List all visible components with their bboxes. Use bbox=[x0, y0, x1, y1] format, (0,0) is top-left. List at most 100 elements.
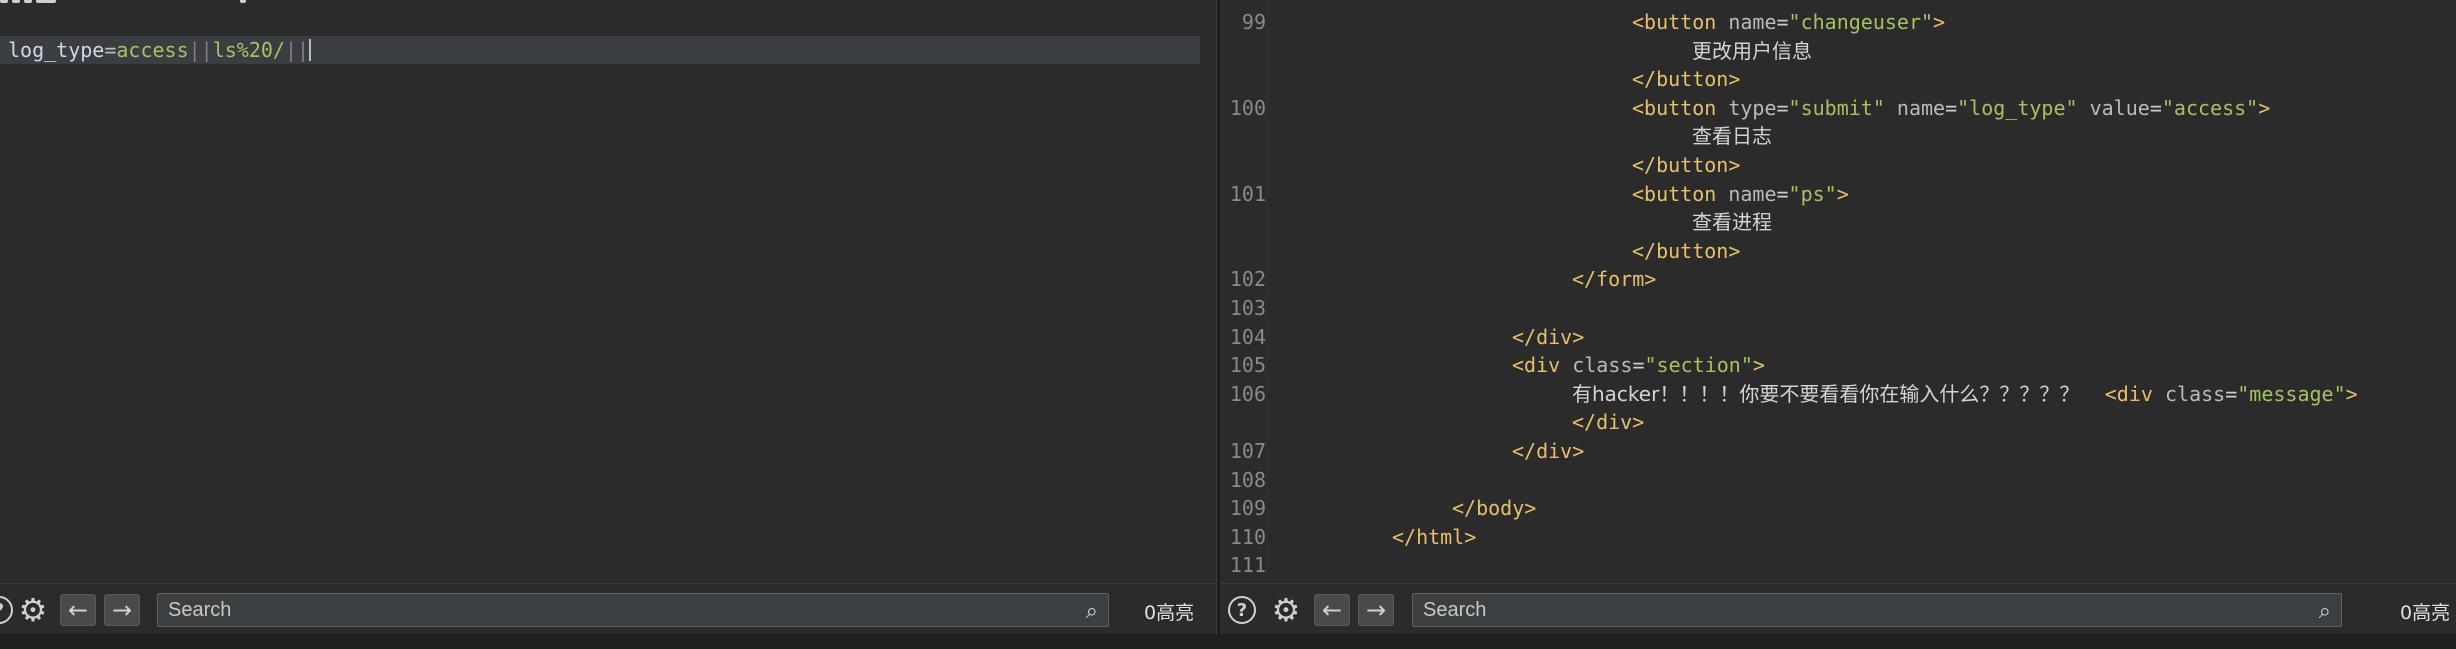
code-token: > bbox=[1752, 353, 1765, 378]
code-line: 查看日志 bbox=[1220, 122, 2456, 150]
code-line: 103 bbox=[1220, 294, 2456, 322]
code-token: > bbox=[1836, 181, 1849, 206]
help-icon[interactable]: ? bbox=[0, 594, 16, 626]
code-token: 查看日志 bbox=[1692, 124, 1772, 149]
line-number: 100 bbox=[1229, 95, 1266, 120]
cut-off-previous-line bbox=[0, 0, 300, 4]
code-text: </body> bbox=[1452, 494, 1536, 522]
search-icon[interactable]: ⌕ bbox=[1086, 599, 1098, 624]
code-line: 111 bbox=[1220, 551, 2456, 579]
search-box: ⌕ bbox=[1412, 593, 2342, 627]
code-token: 有hacker！！！！你要不要看看你在输入什么？？？？？ bbox=[1572, 381, 2105, 406]
response-code-view[interactable]: 99 <button name="changeuser"> 更改用户信息 </butt… bbox=[1220, 0, 2456, 580]
code-token: > bbox=[2258, 95, 2271, 120]
code-line: 102 </form> bbox=[1220, 265, 2456, 293]
param-equals: = bbox=[104, 38, 117, 62]
code-line: 110 </html> bbox=[1220, 523, 2456, 551]
code-text: </div> bbox=[1512, 437, 1584, 465]
code-token: = bbox=[1776, 10, 1789, 34]
help-icon[interactable]: ? bbox=[1225, 594, 1259, 626]
code-token: = bbox=[1776, 95, 1789, 120]
code-token: = bbox=[2149, 95, 2162, 120]
code-line: </button> bbox=[1220, 65, 2456, 93]
code-token: "message" bbox=[2237, 381, 2346, 406]
next-match-button[interactable]: → bbox=[1358, 594, 1394, 626]
code-line: 108 bbox=[1220, 466, 2456, 494]
response-search-toolbar: ? ⚙ ← → ⌕ 0高亮 bbox=[1220, 583, 2456, 634]
code-line: 101 <button name="ps"> bbox=[1220, 180, 2456, 208]
code-token: <button bbox=[1632, 10, 1729, 34]
line-number: 108 bbox=[1229, 467, 1266, 492]
code-token: 更改用户信息 bbox=[1692, 38, 1812, 63]
code-token: type bbox=[1728, 95, 1777, 120]
code-token: "log_type" bbox=[1957, 95, 2078, 120]
code-text: </button> bbox=[1632, 151, 1740, 179]
code-token: class bbox=[1572, 353, 1633, 378]
code-token: = bbox=[2225, 381, 2238, 406]
code-token: name bbox=[1728, 10, 1777, 34]
arrow-left-icon: ← bbox=[1321, 596, 1343, 624]
search-input[interactable] bbox=[158, 594, 1108, 626]
search-input[interactable] bbox=[1413, 594, 2341, 626]
code-text: 查看日志 bbox=[1692, 122, 1772, 150]
line-number: 103 bbox=[1229, 296, 1266, 320]
code-text: </div> bbox=[1572, 408, 1644, 436]
code-line: 99 <button name="changeuser"> bbox=[1220, 8, 2456, 36]
code-token: class bbox=[2164, 381, 2226, 406]
code-text: </div> bbox=[1512, 323, 1584, 351]
line-number: 106 bbox=[1229, 381, 1266, 406]
code-text: 查看进程 bbox=[1692, 208, 1772, 236]
code-line: 106 有hacker！！！！你要不要看看你在输入什么？？？？？ <div cla… bbox=[1220, 380, 2456, 408]
arrow-left-icon: ← bbox=[67, 596, 89, 624]
code-token: </button> bbox=[1632, 238, 1741, 263]
code-text: <button name="changeuser"> bbox=[1632, 8, 1945, 36]
response-view-pane: 99 <button name="changeuser"> 更改用户信息 </butt… bbox=[1220, 0, 2456, 649]
next-match-button[interactable]: → bbox=[104, 594, 140, 626]
search-icon[interactable]: ⌕ bbox=[2319, 599, 2331, 624]
code-token: "changeuser" bbox=[1788, 10, 1934, 34]
code-token: 查看进程 bbox=[1692, 210, 1772, 235]
code-line: 查看进程 bbox=[1220, 208, 2456, 236]
pipe-operator: || bbox=[188, 38, 213, 62]
highlight-count: 0高亮 bbox=[1144, 602, 1195, 624]
highlight-count: 0高亮 bbox=[2400, 602, 2451, 624]
code-token: = bbox=[1776, 181, 1789, 206]
gear-icon[interactable]: ⚙ bbox=[16, 594, 50, 626]
code-token: name bbox=[1884, 95, 1946, 120]
code-token: > bbox=[1933, 10, 1946, 34]
param-key: log_type bbox=[8, 38, 105, 62]
previous-match-button[interactable]: ← bbox=[60, 594, 96, 626]
code-token: > bbox=[2345, 381, 2358, 406]
code-text: </html> bbox=[1392, 523, 1476, 551]
code-text: 有hacker！！！！你要不要看看你在输入什么？？？？？ <div class=… bbox=[1572, 380, 2358, 408]
request-search-toolbar: ? ⚙ ← → ⌕ 0高亮 bbox=[0, 583, 1216, 634]
code-text: <button type="submit" name="log_type" va… bbox=[1632, 94, 2270, 122]
code-token: </button> bbox=[1632, 153, 1741, 177]
code-token: value bbox=[2077, 95, 2150, 120]
text-caret bbox=[309, 39, 312, 61]
pipe-operator: || bbox=[284, 38, 310, 62]
code-line: 109 </body> bbox=[1220, 494, 2456, 522]
code-line: 更改用户信息 bbox=[1220, 37, 2456, 65]
code-token: = bbox=[1945, 95, 1958, 120]
code-text: </form> bbox=[1572, 265, 1656, 293]
code-line: 107 </div> bbox=[1220, 437, 2456, 465]
gear-icon[interactable]: ⚙ bbox=[1269, 594, 1303, 626]
code-token: "section" bbox=[1644, 353, 1753, 378]
request-body-line[interactable]: log_type=access||ls%20/|| bbox=[0, 36, 1200, 64]
line-number: 99 bbox=[1241, 10, 1266, 34]
code-text: </button> bbox=[1632, 237, 1740, 265]
code-line: 105 <div class="section"> bbox=[1220, 351, 2456, 379]
code-token: name bbox=[1728, 181, 1777, 206]
request-editor-pane: log_type=access||ls%20/|| ? ⚙ ← → ⌕ 0高亮 bbox=[0, 0, 1216, 649]
previous-match-button[interactable]: ← bbox=[1314, 594, 1350, 626]
code-text: </button> bbox=[1632, 65, 1740, 93]
arrow-right-icon: → bbox=[1365, 596, 1387, 624]
param-value: access bbox=[116, 38, 189, 62]
code-token: </html> bbox=[1392, 524, 1477, 549]
line-number: 109 bbox=[1229, 496, 1266, 521]
code-token: <div bbox=[2104, 381, 2165, 406]
code-token: <button bbox=[1632, 95, 1729, 120]
search-box: ⌕ bbox=[157, 593, 1109, 627]
line-number: 107 bbox=[1229, 439, 1266, 463]
